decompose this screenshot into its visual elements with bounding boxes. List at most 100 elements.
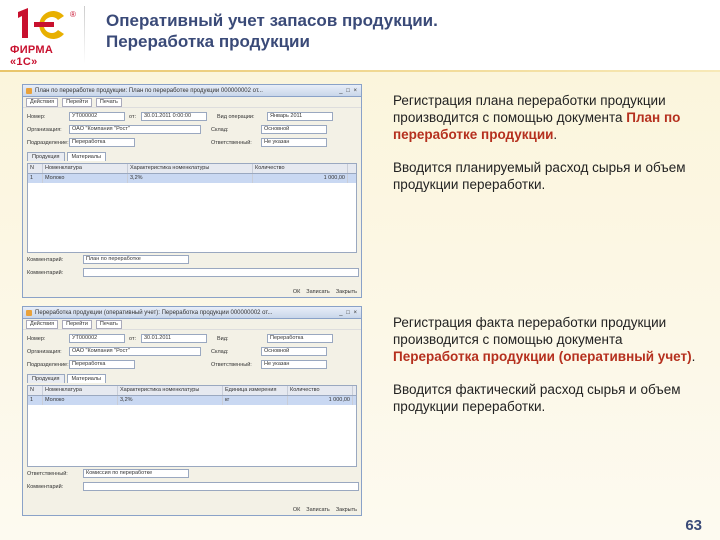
processing-text: Регистрация факта переработки продукции … [393,315,667,347]
logo-1c-mark-icon [18,8,64,39]
page-title-line1: Оперативный учет запасов продукции. [106,11,438,30]
ok-button[interactable]: ОК [293,507,300,513]
responsible-row: Ответственный: Комиссия по переработке [27,469,189,478]
plan-grid: N Номенклатура Характеристика номенклату… [27,163,357,253]
comment-label: Комментарий: [27,256,64,263]
processing-doc-name: Переработка продукции (оперативный учет) [393,349,692,364]
ok-button[interactable]: ОК [293,289,300,295]
responsible-label: Ответственный: [27,470,68,477]
responsible-field[interactable]: Комиссия по переработке [83,469,189,478]
col-char[interactable]: Характеристика номенклатуры [128,164,253,173]
resp-label: Ответственный: [211,361,252,368]
kind-field[interactable]: Переработка [267,334,333,343]
grid-header: N Номенклатура Характеристика номенклату… [28,386,356,396]
resp-field[interactable]: Не указан [261,360,327,369]
description-processing: Регистрация факта переработки продукции … [393,314,709,415]
number-label: Номер: [27,113,46,120]
org-label: Организация: [27,126,62,133]
tab-products[interactable]: Продукция [27,374,65,383]
actions-button[interactable]: Действия [26,97,59,107]
kind-label: Вид: [217,335,229,342]
cell-qty: 1 000,00 [253,174,348,183]
plan-window-titlebar[interactable]: План по переработке продукции: План по п… [23,85,361,97]
cell-n: 1 [28,396,43,405]
goto-button[interactable]: Перейти [62,97,92,107]
actions-button[interactable]: Действия [26,319,59,329]
from-label: от: [129,335,136,342]
sub-field[interactable]: Переработка [69,138,135,147]
tab-materials[interactable]: Материалы [66,152,106,161]
header-divider [84,6,85,64]
processing-window: Переработка продукции (оперативный учет)… [22,306,362,516]
plan-tabs: Продукция Материалы [27,152,108,161]
processing-window-toolbar: Действия Перейти Печать [23,319,361,330]
close-button[interactable]: Закрыть [336,289,357,295]
col-qty[interactable]: Количество [253,164,348,173]
cell-unit: кг [223,396,288,405]
sub-label: Подразделение: [27,361,69,368]
print-button[interactable]: Печать [95,97,122,107]
warehouse-field[interactable]: Основной [261,125,327,134]
warehouse-label: Склад: [211,126,229,133]
save-button[interactable]: Записать [306,507,330,513]
date-field[interactable]: 30.01.2011 [141,334,207,343]
org-row: Организация: ОАО "Компания "Рост" Склад:… [27,347,327,356]
print-button[interactable]: Печать [95,319,122,329]
comment-field[interactable] [83,482,359,491]
sub-row: Подразделение: Переработка Ответственный… [27,138,327,147]
col-unit[interactable]: Единица измерения [223,386,288,395]
warehouse-field[interactable]: Основной [261,347,327,356]
plan-paragraph: Регистрация плана переработки продукции … [393,92,709,143]
cell-n: 1 [28,174,43,183]
number-field[interactable]: УТ000002 [69,112,125,121]
org-field[interactable]: ОАО "Компания "Рост" [69,347,201,356]
document-icon [26,87,32,94]
comment2-field[interactable] [83,268,359,277]
sub-field[interactable]: Переработка [69,360,135,369]
number-row: Номер: УТ000002 от: 30.01.2011 0:00:00 В… [27,112,333,121]
window-controls[interactable]: _ □ × [339,310,358,316]
number-field[interactable]: УТ000002 [69,334,125,343]
org-field[interactable]: ОАО "Компания "Рост" [69,125,201,134]
col-n[interactable]: N [28,164,43,173]
comment2-row: Комментарий: [27,268,359,277]
page-number: 63 [685,517,702,534]
warehouse-label: Склад: [211,348,229,355]
resp-field[interactable]: Не указан [261,138,327,147]
processing-window-titlebar[interactable]: Переработка продукции (оперативный учет)… [23,307,361,319]
plan-window: План по переработке продукции: План по п… [22,84,362,298]
goto-button[interactable]: Перейти [62,319,92,329]
sub-row: Подразделение: Переработка Ответственный… [27,360,327,369]
kind-field[interactable]: Январь 2011 [267,112,333,121]
save-button[interactable]: Записать [306,289,330,295]
tab-materials[interactable]: Материалы [66,374,106,383]
comment2-label: Комментарий: [27,269,64,276]
window-controls[interactable]: _ □ × [339,88,358,94]
cell-char: 3,2% [128,174,253,183]
plan-footer: ОК Записать Закрыть [293,289,357,295]
col-char[interactable]: Характеристика номенклатуры [118,386,223,395]
processing-paragraph: Регистрация факта переработки продукции … [393,314,709,365]
org-row: Организация: ОАО "Компания "Рост" Склад:… [27,125,327,134]
table-row[interactable]: 1 Молоко 3,2% 1 000,00 [28,174,356,183]
plan-text: Регистрация плана переработки продукции … [393,93,666,125]
date-field[interactable]: 30.01.2011 0:00:00 [141,112,207,121]
tab-products[interactable]: Продукция [27,152,65,161]
document-icon [26,309,32,316]
sub-label: Подразделение: [27,139,69,146]
number-label: Номер: [27,335,46,342]
description-plan: Регистрация плана переработки продукции … [393,92,709,193]
grid-header: N Номенклатура Характеристика номенклату… [28,164,356,174]
resp-label: Ответственный: [211,139,252,146]
comment-field[interactable]: План по переработке [83,255,189,264]
kind-label: Вид операции: [217,113,255,120]
plan-window-title: План по переработке продукции: План по п… [35,87,263,94]
col-item[interactable]: Номенклатура [43,386,118,395]
col-qty[interactable]: Количество [288,386,353,395]
close-button[interactable]: Закрыть [336,507,357,513]
processing-text-end: . [691,349,696,364]
col-n[interactable]: N [28,386,43,395]
col-item[interactable]: Номенклатура [43,164,128,173]
number-row: Номер: УТ000002 от: 30.01.2011 Вид: Пере… [27,334,333,343]
table-row[interactable]: 1 Молоко 3,2% кг 1 000,00 [28,396,356,405]
